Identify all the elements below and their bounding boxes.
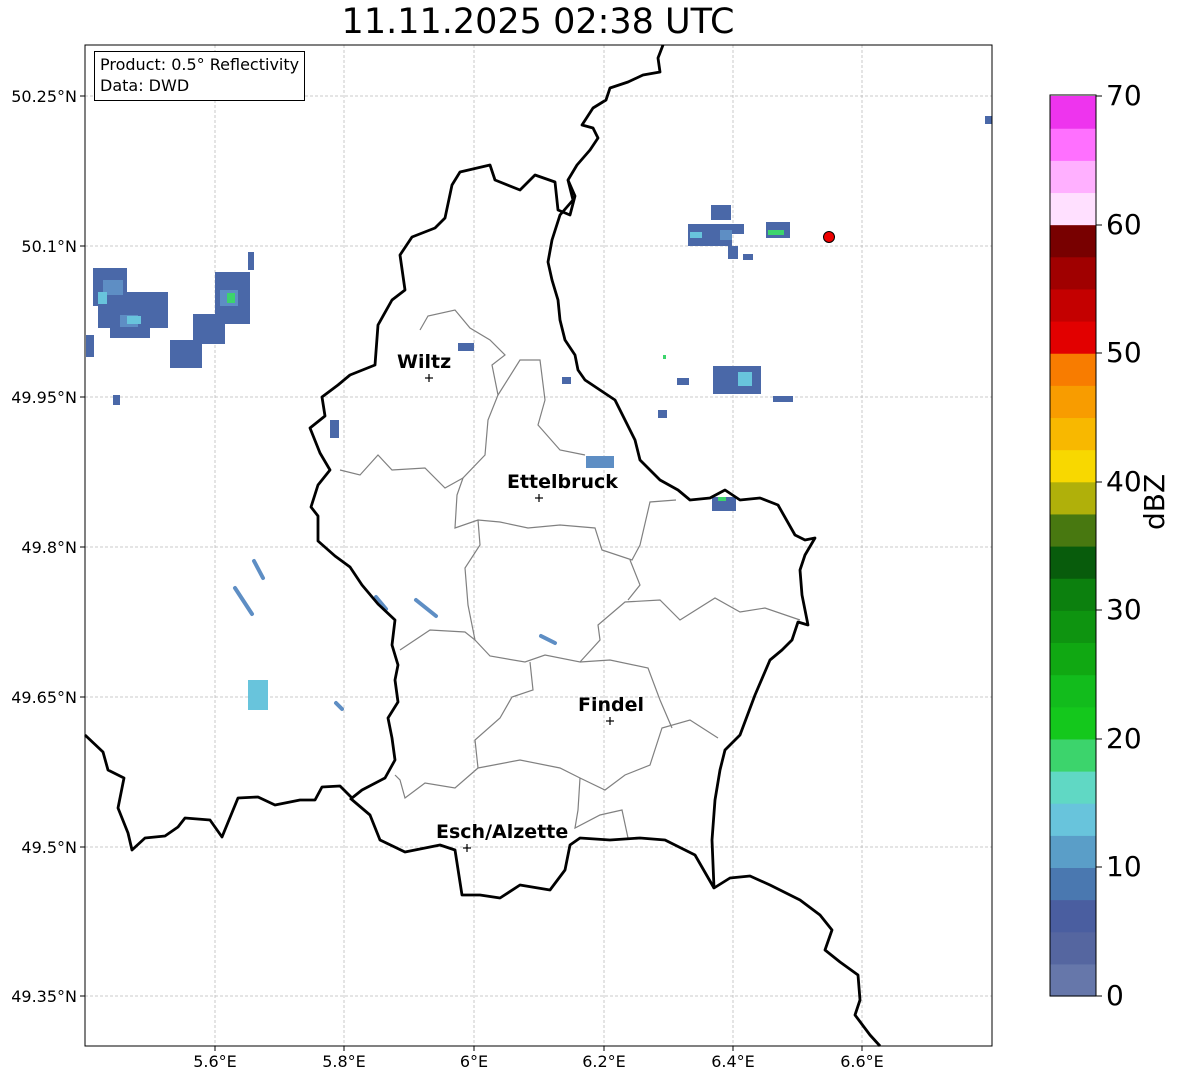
radar-echoes	[86, 116, 992, 711]
colorbar-segment	[1050, 738, 1096, 772]
colorbar-segment	[1050, 546, 1096, 579]
grid-lines	[85, 45, 992, 1046]
wiltz-marker	[425, 374, 433, 382]
y-tick-label: 50.25°N	[11, 87, 77, 106]
colorbar-title: dBZ	[1138, 473, 1171, 530]
ettelbruck-marker	[535, 494, 543, 502]
colorbar-segment	[1050, 899, 1096, 933]
y-tick-label: 49.95°N	[11, 388, 77, 407]
colorbar-segment	[1050, 835, 1096, 869]
colorbar-segment	[1050, 160, 1096, 194]
colorbar-segment	[1050, 385, 1096, 419]
city-label-wiltz: Wiltz	[397, 351, 451, 373]
colorbar-tick-label: 20	[1106, 722, 1142, 755]
tick-marks	[80, 95, 863, 1051]
y-tick-label: 49.65°N	[11, 688, 77, 707]
map-frame	[84, 44, 993, 1047]
colorbar-segment	[1050, 449, 1096, 483]
x-tick-label: 6.4°E	[711, 1052, 755, 1071]
colorbar-tick-label: 50	[1106, 336, 1142, 369]
location-marker	[823, 231, 835, 243]
x-tick-label: 6°E	[460, 1052, 488, 1071]
colorbar-segment	[1050, 96, 1096, 129]
x-tick-label: 6.2°E	[582, 1052, 626, 1071]
colorbar-tick-label: 70	[1106, 79, 1142, 112]
product-label: Product: 0.5° Reflectivity	[100, 55, 300, 74]
colorbar-tick-label: 40	[1106, 465, 1142, 498]
colorbar-tick-label: 30	[1106, 593, 1142, 626]
colorbar	[1050, 96, 1096, 997]
colorbar-segment	[1050, 963, 1096, 997]
x-tick-label: 5.8°E	[322, 1052, 366, 1071]
colorbar-tick-label: 60	[1106, 208, 1142, 241]
colorbar-segment	[1050, 610, 1096, 644]
colorbar-segment	[1050, 931, 1096, 965]
national-border	[84, 44, 882, 1047]
colorbar-segment	[1050, 803, 1096, 836]
city-label-ettelbruck: Ettelbruck	[507, 471, 618, 493]
colorbar-segment	[1050, 481, 1096, 515]
esch-marker	[463, 844, 471, 852]
colorbar-tick-label: 10	[1106, 850, 1142, 883]
colorbar-segment	[1050, 192, 1096, 226]
x-tick-label: 5.6°E	[193, 1052, 237, 1071]
colorbar-tick-label: 0	[1106, 979, 1124, 1012]
y-tick-label: 49.35°N	[11, 987, 77, 1006]
colorbar-segment	[1050, 224, 1096, 258]
x-tick-label: 6.6°E	[840, 1052, 884, 1071]
colorbar-segment	[1050, 353, 1096, 386]
colorbar-segment	[1050, 642, 1096, 676]
colorbar-segment	[1050, 513, 1096, 547]
city-label-findel: Findel	[578, 694, 644, 716]
y-tick-label: 50.1°N	[21, 237, 77, 256]
colorbar-segment	[1050, 706, 1096, 740]
data-source-label: Data: DWD	[100, 76, 190, 95]
colorbar-segment	[1050, 674, 1096, 708]
colorbar-ticks	[1096, 95, 1102, 997]
colorbar-segment	[1050, 321, 1096, 354]
colorbar-segment	[1050, 771, 1096, 804]
city-label-esch: Esch/Alzette	[436, 821, 568, 843]
colorbar-segment	[1050, 288, 1096, 322]
colorbar-segment	[1050, 867, 1096, 901]
colorbar-segment	[1050, 417, 1096, 451]
product-info-box: Product: 0.5° Reflectivity Data: DWD	[94, 51, 306, 101]
y-tick-label: 49.5°N	[21, 838, 77, 857]
colorbar-segment	[1050, 256, 1096, 290]
colorbar-segment	[1050, 128, 1096, 161]
radar-map: Wiltz Ettelbruck Findel Esch/Alzette 5.6…	[11, 44, 1102, 1071]
y-tick-label: 49.8°N	[21, 538, 77, 557]
colorbar-segment	[1050, 578, 1096, 611]
findel-marker	[606, 717, 614, 725]
